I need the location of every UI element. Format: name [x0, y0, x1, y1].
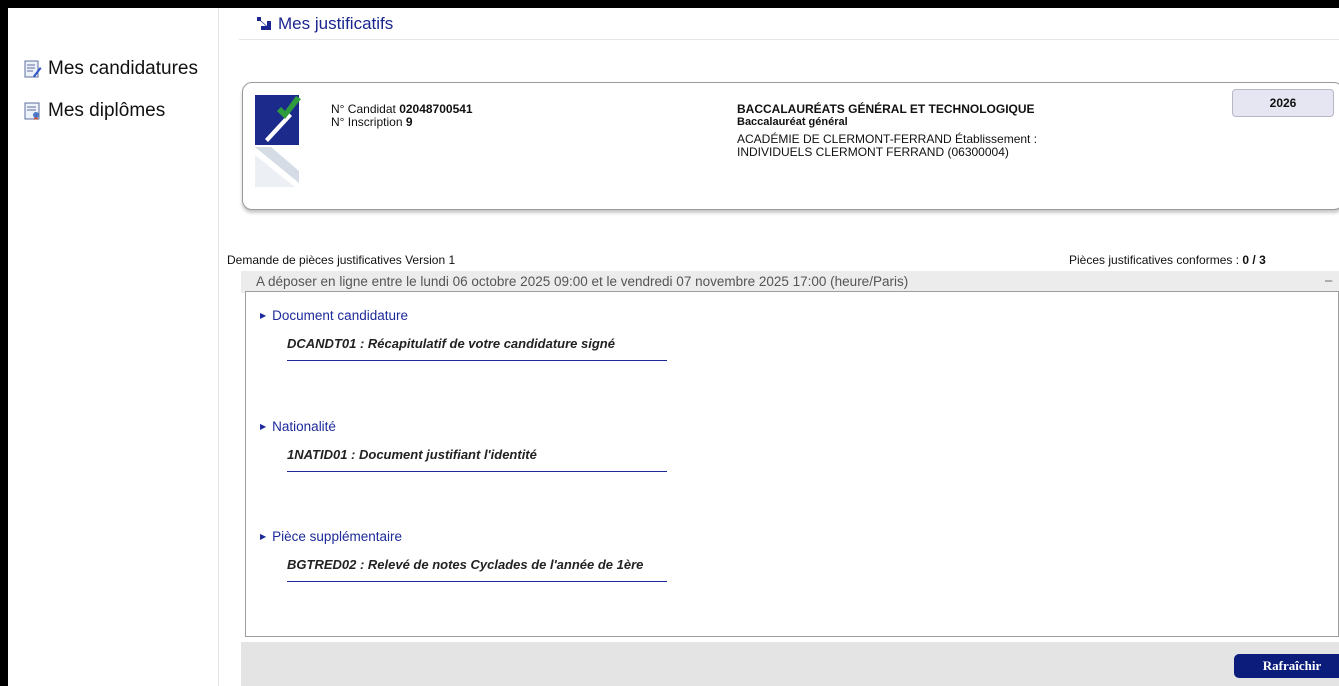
school-text: INDIVIDUELS CLERMONT FERRAND (06300004)	[737, 145, 1009, 159]
page-title-text: Mes justificatifs	[278, 14, 394, 33]
conformes-status: Pièces justificatives conformes : 0 / 3	[1069, 253, 1266, 267]
arrow-down-right-icon	[257, 17, 271, 30]
header-divider	[239, 39, 1339, 40]
caret-right-icon: ▶	[260, 532, 267, 541]
deposit-window-text: A déposer en ligne entre le lundi 06 oct…	[256, 274, 909, 289]
caret-right-icon: ▶	[260, 311, 267, 320]
candidate-number-value: 02048700541	[399, 102, 473, 116]
refresh-button[interactable]: Rafraîchir	[1234, 654, 1339, 678]
sidebar-item-label: Mes candidatures	[48, 58, 198, 79]
candidate-logo-icon	[255, 95, 301, 187]
page-title: Mes justificatifs	[257, 14, 393, 34]
conformes-value: 0 / 3	[1242, 253, 1266, 267]
section-nationalite[interactable]: ▶ Nationalité	[260, 419, 336, 434]
inscription-number-row: N° Inscription 9	[331, 116, 473, 129]
section-document-candidature[interactable]: ▶ Document candidature	[260, 308, 408, 323]
candidate-number-label: N° Candidat	[331, 102, 396, 116]
sidebar-item-label: Mes diplômes	[48, 100, 166, 121]
collapse-icon[interactable]: −	[1324, 271, 1333, 293]
exam-info: BACCALAURÉATS GÉNÉRAL ET TECHNOLOGIQUE B…	[737, 103, 1037, 159]
footer-bar: Rafraîchir	[241, 642, 1339, 686]
section-title: Nationalité	[272, 419, 336, 434]
documents-panel: ▶ Document candidature DCANDT01 : Récapi…	[245, 291, 1339, 637]
sidebar-item-diplomes[interactable]: Mes diplômes	[24, 100, 165, 122]
document-item-1natid01[interactable]: 1NATID01 : Document justifiant l'identit…	[287, 447, 667, 472]
inscription-number-label: N° Inscription	[331, 115, 403, 129]
candidate-card: N° Candidat 02048700541 N° Inscription 9…	[242, 82, 1339, 210]
section-title: Pièce supplémentaire	[272, 529, 402, 544]
request-title: Demande de pièces justificatives Version…	[227, 253, 456, 267]
inscription-number-value: 9	[405, 115, 413, 129]
section-title: Document candidature	[272, 308, 408, 323]
app-frame: Mes candidatures Mes diplômes Mes justif…	[8, 8, 1339, 686]
document-edit-icon	[24, 60, 42, 78]
sidebar: Mes candidatures Mes diplômes	[8, 8, 219, 686]
exam-subtitle: Baccalauréat général	[737, 116, 848, 128]
session-year-badge: 2026	[1232, 89, 1334, 117]
section-piece-supplementaire[interactable]: ▶ Pièce supplémentaire	[260, 529, 402, 544]
diploma-icon	[24, 102, 40, 120]
conformes-label: Pièces justificatives conformes :	[1069, 253, 1243, 267]
sidebar-item-candidatures[interactable]: Mes candidatures	[24, 58, 198, 80]
document-item-bgtred02[interactable]: BGTRED02 : Relevé de notes Cyclades de l…	[287, 557, 667, 582]
document-item-dcandt01[interactable]: DCANDT01 : Récapitulatif de votre candid…	[287, 336, 667, 361]
deposit-window-bar[interactable]: A déposer en ligne entre le lundi 06 oct…	[241, 271, 1339, 293]
caret-right-icon: ▶	[260, 422, 267, 431]
candidate-identifiers: N° Candidat 02048700541 N° Inscription 9	[331, 103, 473, 129]
exam-title: BACCALAURÉATS GÉNÉRAL ET TECHNOLOGIQUE	[737, 102, 1035, 116]
main-content: Mes justificatifs N° Candidat 0204870054…	[219, 8, 1339, 686]
